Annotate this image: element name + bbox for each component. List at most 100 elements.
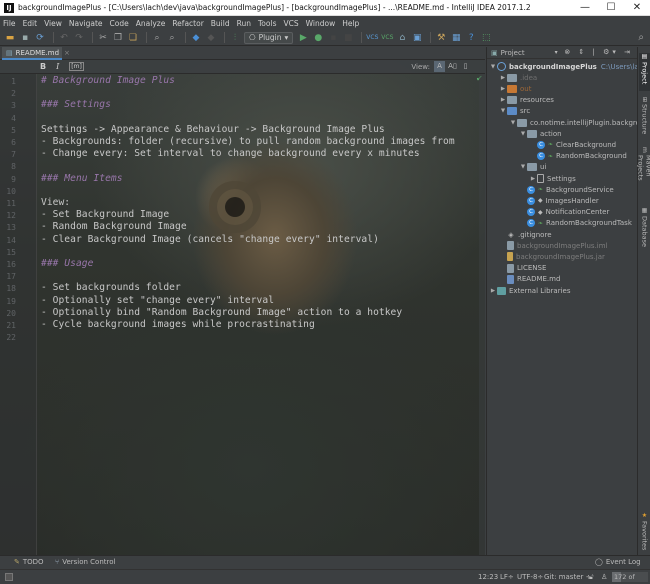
undo-icon[interactable]: ↶ xyxy=(58,32,70,44)
tree-item[interactable]: ▶ Settings xyxy=(529,173,576,184)
markdown-heading-line[interactable]: ### Menu Items xyxy=(41,173,123,184)
side-tab-maven-projects[interactable]: m Maven Projects xyxy=(637,147,650,202)
markdown-heading-line[interactable]: # Background Image Plus xyxy=(41,75,175,86)
tree-item[interactable]: C ❧ BackgroundService xyxy=(519,184,614,195)
tree-item[interactable]: README.md xyxy=(499,274,560,285)
todo-tool-button[interactable]: ✎ TODO xyxy=(14,558,44,566)
collapsed-arrow-icon[interactable]: ▶ xyxy=(489,288,497,294)
tree-item[interactable]: backgroundImagePlus.jar xyxy=(499,251,605,262)
menu-help[interactable]: Help xyxy=(342,19,359,28)
toggle-tool-windows-icon[interactable] xyxy=(5,573,13,581)
event-log-tool-button[interactable]: ◯ Event Log xyxy=(595,558,641,566)
open-folder-icon[interactable]: ▬ xyxy=(4,32,16,44)
tree-item[interactable]: ▼ co.notime.intellijPlugin.backgroundImag… xyxy=(509,117,637,128)
menu-edit[interactable]: Edit xyxy=(23,19,38,28)
tree-item[interactable]: ▼ backgroundImagePlusC:\Users\lach\dev\ja… xyxy=(489,61,637,72)
close-tab-icon[interactable]: × xyxy=(64,49,70,57)
vcs-commit-icon[interactable]: VCS xyxy=(381,32,393,44)
save-all-icon[interactable]: ▪ xyxy=(19,32,31,44)
code-line[interactable]: - Clear Background Image (cancels "chang… xyxy=(41,234,379,245)
maximize-button[interactable]: ☐ xyxy=(598,2,624,13)
file-encoding[interactable]: UTF-8÷ xyxy=(517,573,543,581)
redo-icon[interactable]: ↷ xyxy=(73,32,85,44)
plugin-icon[interactable]: ⬚ xyxy=(480,32,492,44)
code-line[interactable]: - Set Background Image xyxy=(41,209,169,220)
menu-build[interactable]: Build xyxy=(211,19,230,28)
memory-indicator[interactable]: 172 of 725M xyxy=(612,572,648,584)
menu-file[interactable]: File xyxy=(3,19,16,28)
tree-item[interactable]: C ❧ ClearBackground xyxy=(529,139,616,150)
chevron-down-icon[interactable]: ▾ xyxy=(555,49,558,56)
side-tab-structure[interactable]: ⊞ Structure xyxy=(639,97,650,139)
code-line[interactable]: - Optionally bind "Random Background Ima… xyxy=(41,307,402,318)
close-button[interactable]: ✕ xyxy=(624,2,650,13)
vcs-history-icon[interactable]: ⌂ xyxy=(396,32,408,44)
vcs-update-icon[interactable]: VCS xyxy=(366,32,378,44)
back-icon[interactable]: ◆ xyxy=(190,32,202,44)
markdown-heading-line[interactable]: ### Settings xyxy=(41,99,111,110)
build-icon[interactable]: ⫶ xyxy=(229,32,241,44)
menu-run[interactable]: Run xyxy=(237,19,251,28)
project-view-select[interactable]: Project xyxy=(501,49,525,57)
menu-tools[interactable]: Tools xyxy=(258,19,276,28)
tree-item[interactable]: ▼ ui xyxy=(519,162,546,173)
view-preview-only-button[interactable]: ▯ xyxy=(460,61,471,72)
tree-item[interactable]: ▶ out xyxy=(499,83,531,94)
code-line[interactable]: - Cycle background images while procrast… xyxy=(41,319,315,330)
collapsed-arrow-icon[interactable]: ▶ xyxy=(529,176,537,182)
code-line[interactable]: - Random Background Image xyxy=(41,221,187,232)
tree-item[interactable]: ▶ .idea xyxy=(499,72,537,83)
tree-item[interactable]: ▶ External Libraries xyxy=(489,285,571,296)
tree-item[interactable]: C ❧ RandomBackground xyxy=(529,151,627,162)
collapsed-arrow-icon[interactable]: ▶ xyxy=(499,86,507,92)
vcs-revert-icon[interactable]: ▣ xyxy=(411,32,423,44)
caret-position[interactable]: 12:23 xyxy=(478,573,498,581)
tree-item[interactable]: C ❧ RandomBackgroundTask xyxy=(519,218,632,229)
side-tab-favorites[interactable]: ★ Favorites xyxy=(639,512,650,557)
tree-item[interactable]: LICENSE xyxy=(499,263,546,274)
italic-button[interactable]: I xyxy=(56,62,59,71)
git-branch[interactable]: Git: master ÷ xyxy=(544,573,591,581)
tab-readme[interactable]: ▤ README.md × xyxy=(2,47,70,60)
markdown-heading-line[interactable]: ### Usage xyxy=(41,258,93,269)
code-line[interactable]: Settings -> Appearance & Behaviour -> Ba… xyxy=(41,124,385,135)
tree-item[interactable]: ▶ resources xyxy=(499,95,554,106)
menu-refactor[interactable]: Refactor xyxy=(172,19,203,28)
version-control-tool-button[interactable]: ⑂ Version Control xyxy=(55,558,115,566)
code-line[interactable]: - Optionally set "change every" interval xyxy=(41,295,274,306)
menu-navigate[interactable]: Navigate xyxy=(69,19,103,28)
expanded-arrow-icon[interactable]: ▼ xyxy=(519,131,527,137)
code-button[interactable]: [m] xyxy=(69,62,84,71)
cut-icon[interactable]: ✂ xyxy=(97,32,109,44)
help-icon[interactable]: ? xyxy=(465,32,477,44)
expanded-arrow-icon[interactable]: ▼ xyxy=(509,120,517,126)
menu-window[interactable]: Window xyxy=(306,19,336,28)
view-editor-only-button[interactable]: A xyxy=(434,61,445,72)
sync-icon[interactable]: ⟳ xyxy=(34,32,46,44)
search-everywhere-icon[interactable]: ⌕ xyxy=(638,32,644,43)
code-line[interactable]: - Backgrounds: folder (recursive) to pul… xyxy=(41,136,455,147)
tree-item[interactable]: ▼ action xyxy=(519,128,562,139)
stop-icon[interactable]: ■ xyxy=(342,32,354,44)
side-tab-project[interactable]: ▤ Project xyxy=(639,53,650,91)
side-tab-database[interactable]: ▦ Database xyxy=(639,207,650,249)
code-line[interactable]: - Change every: Set interval to change b… xyxy=(41,148,420,159)
menu-analyze[interactable]: Analyze xyxy=(136,19,166,28)
debug-icon[interactable]: ● xyxy=(312,32,324,44)
menu-vcs[interactable]: VCS xyxy=(283,19,298,28)
project-structure-icon[interactable]: ⚒ xyxy=(435,32,447,44)
bold-button[interactable]: B xyxy=(40,62,46,71)
expanded-arrow-icon[interactable]: ▼ xyxy=(489,64,497,70)
code-line[interactable]: View: xyxy=(41,197,70,208)
tree-item[interactable]: ▼ src xyxy=(499,106,530,117)
run-configuration-select[interactable]: ⎔ Plugin ▾ xyxy=(244,31,294,44)
expanded-arrow-icon[interactable]: ▼ xyxy=(499,108,507,114)
copy-icon[interactable]: ❐ xyxy=(112,32,124,44)
minimize-button[interactable]: — xyxy=(572,2,598,13)
forward-icon[interactable]: ◆ xyxy=(205,32,217,44)
tree-item[interactable]: C ◆ ImagesHandler xyxy=(519,195,599,206)
tree-item[interactable]: ◈ .gitignore xyxy=(499,229,551,240)
collapsed-arrow-icon[interactable]: ▶ xyxy=(499,97,507,103)
tree-item[interactable]: C ◆ NotificationCenter xyxy=(519,207,609,218)
expanded-arrow-icon[interactable]: ▼ xyxy=(519,164,527,170)
